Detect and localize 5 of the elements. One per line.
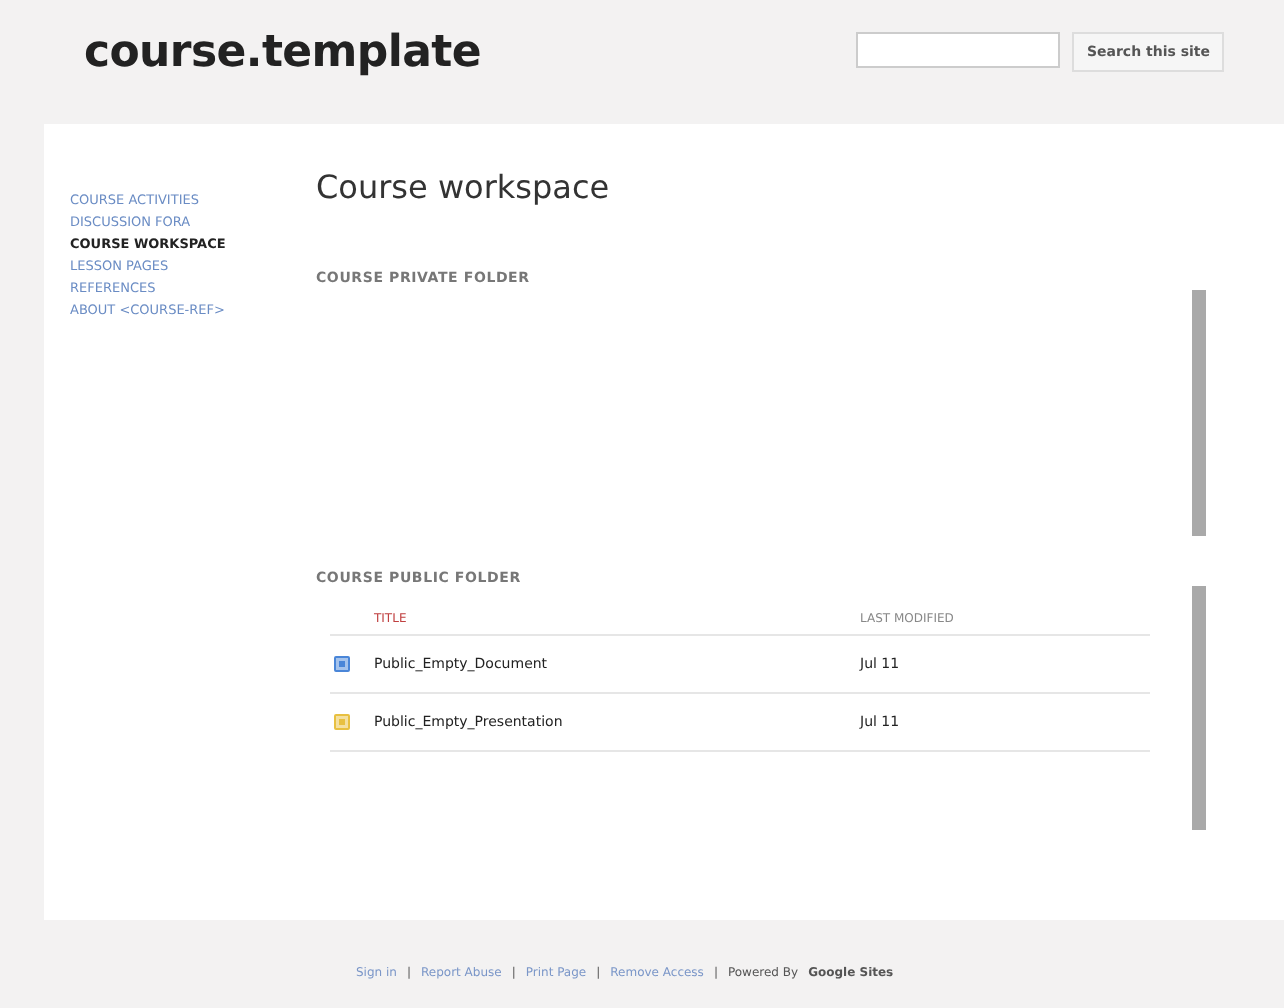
scrollbar[interactable] (1192, 290, 1206, 536)
search-field[interactable] (856, 32, 1061, 68)
site-title: course.template (84, 28, 481, 78)
page-title: Course workspace (316, 168, 612, 206)
scrollbar[interactable] (1192, 586, 1206, 830)
